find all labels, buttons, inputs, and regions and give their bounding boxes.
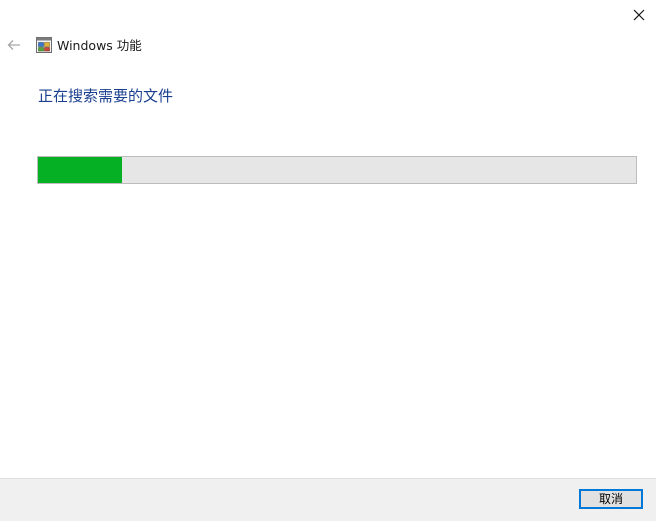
footer-bar: 取消 — [0, 478, 656, 521]
windows-features-icon — [36, 37, 52, 53]
back-arrow-icon — [7, 40, 20, 50]
back-button[interactable] — [4, 36, 24, 54]
progress-bar — [37, 156, 637, 184]
windows-features-dialog: Windows 功能 正在搜索需要的文件 取消 — [0, 0, 656, 521]
close-icon — [633, 9, 645, 21]
window-title: Windows 功能 — [57, 38, 142, 53]
progress-bar-fill — [38, 157, 122, 183]
close-button[interactable] — [622, 0, 656, 30]
cancel-button[interactable]: 取消 — [579, 489, 643, 509]
status-title: 正在搜索需要的文件 — [38, 87, 174, 105]
